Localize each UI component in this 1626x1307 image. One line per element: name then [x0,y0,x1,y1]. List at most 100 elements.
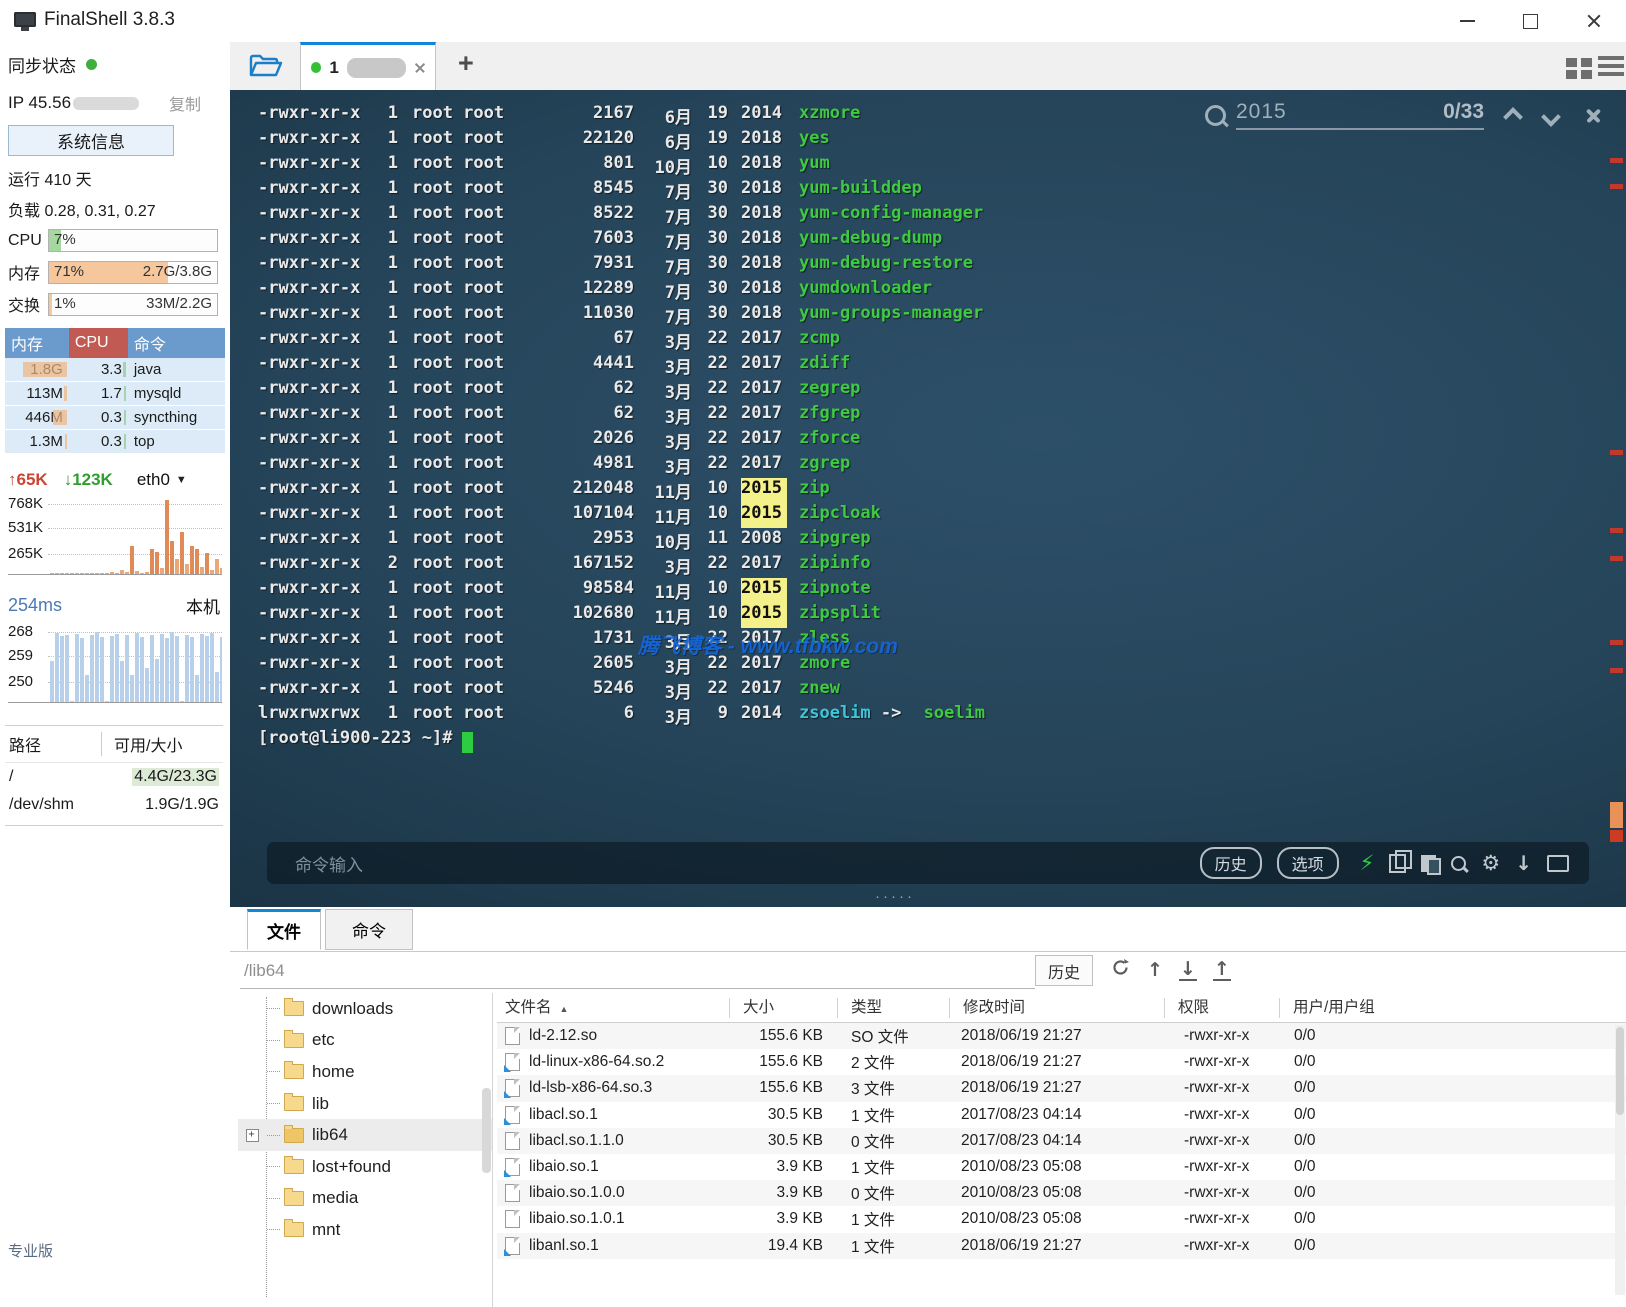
tree-item-media[interactable]: media [238,1183,492,1215]
expand-icon[interactable] [246,1129,259,1142]
file-row[interactable]: libaio.so.13.9 KB1 文件2010/08/23 05:08-rw… [497,1154,1626,1180]
path-input[interactable]: /lib64 [244,961,285,981]
history-button[interactable]: 历史 [1200,847,1262,879]
tree-item-lib[interactable]: lib [238,1088,492,1120]
command-input[interactable]: 命令输入 [295,851,363,876]
disk-col-path[interactable]: 路径 [9,732,102,756]
copy-icon[interactable] [1389,854,1406,873]
session-tab-number: 1 [329,58,338,78]
file-row[interactable]: ld-lsb-x86-64.so.3155.6 KB3 文件2018/06/19… [497,1075,1626,1101]
folder-icon [284,1159,304,1174]
splitter-handle[interactable] [875,888,915,905]
tree-scrollbar[interactable] [482,1088,491,1173]
download-icon[interactable]: ↓ [1179,959,1197,981]
quick-command-icon[interactable]: ⚡ [1360,851,1375,875]
process-col-mem[interactable]: 内存 [5,328,69,358]
tree-item-label: lib [312,1094,329,1114]
process-row[interactable]: 113M1.7mysqld [5,382,225,406]
search-next-icon[interactable] [1544,110,1560,120]
process-col-cpu[interactable]: CPU [69,328,128,358]
tree-item-label: home [312,1062,355,1082]
session-tab[interactable]: 1 [300,42,436,90]
refresh-icon[interactable] [1110,957,1131,983]
file-col-0[interactable]: 文件名▲ [497,998,729,1018]
find-icon[interactable] [1451,856,1466,871]
terminal-row: -rwxr-xr-x1root root26053月222017zmore [258,653,1626,678]
file-row[interactable]: ld-2.12.so155.6 KBSO 文件2018/06/19 21:27-… [497,1023,1626,1049]
tree-item-mnt[interactable]: mnt [238,1214,492,1246]
main-area: 1 + -rwxr-xr-x1root root21676月192014xzmo… [230,42,1626,1307]
terminal-row: -rwxr-xr-x1root root295310月112008zipgrep [258,528,1626,553]
tab-close-icon[interactable] [414,62,425,74]
swap-label: 交换 [8,292,48,316]
paste-icon[interactable] [1421,855,1436,872]
tree-item-label: etc [312,1030,335,1050]
file-col-1[interactable]: 大小 [729,998,837,1018]
file-col-3[interactable]: 修改时间 [949,998,1164,1018]
path-history-button[interactable]: 历史 [1035,955,1093,986]
file-table-scrollbar[interactable] [1615,1025,1625,1295]
system-info-button[interactable]: 系统信息 [8,125,174,156]
terminal-row: -rwxr-xr-x1root root20263月222017zforce [258,428,1626,453]
terminal[interactable]: -rwxr-xr-x1root root21676月192014xzmore-r… [230,90,1626,907]
scroll-bottom-icon[interactable]: ↓ [1515,851,1532,875]
tree-item-label: downloads [312,999,393,1019]
terminal-scrollbar-thumb[interactable] [1610,802,1623,828]
file-row[interactable]: libaio.so.1.0.03.9 KB0 文件2010/08/23 05:0… [497,1180,1626,1206]
new-tab-button[interactable]: + [458,48,474,79]
uptime-label: 运行 410 天 [8,166,230,190]
disk-col-size[interactable]: 可用/大小 [102,732,182,756]
copy-ip-button[interactable]: 复制 [169,91,201,115]
process-table: 内存 CPU 命令 1.8G3.3java113M1.7mysqld446M0.… [5,328,225,454]
network-download: 123K [72,470,113,489]
file-col-2[interactable]: 类型 [837,998,949,1018]
path-bar: /lib64 历史 ↑ ↓ ↑ [230,952,1626,992]
tree-item-downloads[interactable]: downloads [238,993,492,1025]
sync-status-dot [86,59,97,70]
file-row[interactable]: libacl.so.1.1.030.5 KB0 文件2017/08/23 04:… [497,1128,1626,1154]
terminal-row: -rwxr-xr-x1root root21204811月102015zip [258,478,1626,503]
file-row[interactable]: libacl.so.130.5 KB1 文件2017/08/23 04:14-r… [497,1102,1626,1128]
finalshell-window: FinalShell 3.8.3 同步状态 IP 45.56 复制 系统信息 运… [0,0,1626,1307]
layout-grid-icon[interactable] [1566,58,1577,67]
search-prev-icon[interactable] [1506,110,1522,120]
ping-chart: 268 259 250 [8,624,222,703]
process-row[interactable]: 1.3M0.3top [5,430,225,454]
close-icon[interactable] [1586,13,1602,29]
search-input[interactable]: 2015 [1236,100,1287,124]
maximize-icon[interactable] [1523,14,1538,29]
open-connection-folder-icon[interactable] [248,52,284,85]
terminal-row: -rwxr-xr-x1root root9858411月102015zipnot… [258,578,1626,603]
file-row[interactable]: ld-linux-x86-64.so.2155.6 KB2 文件2018/06/… [497,1049,1626,1075]
parent-directory-icon[interactable]: ↑ [1147,959,1163,981]
tree-item-lib64[interactable]: lib64 [238,1119,492,1151]
menu-icon[interactable] [1598,56,1624,60]
network-interface[interactable]: eth0 [137,470,170,490]
file-icon [505,1184,520,1202]
directory-tree: downloads etc home lib lib64lost+foundmediam… [238,993,493,1307]
file-col-4[interactable]: 权限 [1164,998,1279,1018]
gear-icon[interactable]: ⚙ [1481,851,1500,875]
ping-host-label[interactable]: 本机 [186,593,220,618]
tree-item-home[interactable]: home [238,1056,492,1088]
file-row[interactable]: libaio.so.1.0.13.9 KB1 文件2010/08/23 05:0… [497,1206,1626,1232]
tab-commands[interactable]: 命令 [325,909,413,950]
process-col-cmd[interactable]: 命令 [128,328,225,358]
watermark: 腾飞博客 - www.tfbkw.com [638,630,898,660]
fullscreen-icon[interactable] [1547,855,1569,872]
chevron-down-icon[interactable]: ▼ [176,474,187,486]
upload-icon[interactable]: ↑ [1213,959,1231,981]
file-col-5[interactable]: 用户/用户组 [1279,998,1626,1018]
minimize-icon[interactable] [1460,20,1475,22]
network-chart: 768K 531K 265K [8,496,222,575]
process-row[interactable]: 1.8G3.3java [5,358,225,382]
process-row[interactable]: 446M0.3syncthing [5,406,225,430]
terminal-row: -rwxr-xr-x1root root76037月302018yum-debu… [258,228,1626,253]
tab-files[interactable]: 文件 [247,909,321,950]
search-close-icon[interactable] [1586,108,1601,123]
sync-status-label: 同步状态 [8,52,76,77]
tree-item-lost+found[interactable]: lost+found [238,1151,492,1183]
file-row[interactable]: libanl.so.119.4 KB1 文件2018/06/19 21:27-r… [497,1233,1626,1259]
tree-item-etc[interactable]: etc [238,1025,492,1057]
options-button[interactable]: 选项 [1277,847,1339,879]
